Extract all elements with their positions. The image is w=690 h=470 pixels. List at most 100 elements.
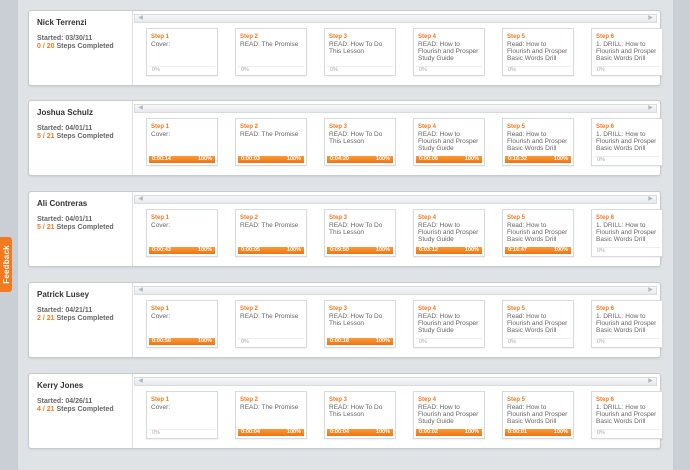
step-percent: 0% — [152, 430, 160, 436]
scroll-left-icon[interactable]: ◀ — [136, 378, 145, 385]
step-tile[interactable]: Step 1 Cover: 0:00:56 100% — [146, 300, 218, 348]
step-tile[interactable]: Step 2 READ: The Promise 0:00:05 100% — [235, 209, 307, 257]
step-progress-bar: 0% — [238, 338, 304, 345]
steps-completed: 4 / 21 Steps Completed — [37, 406, 132, 414]
step-percent: 100% — [375, 338, 390, 344]
step-tile[interactable]: Step 6 1. DRILL: How to Flourish and Pro… — [591, 28, 663, 76]
steps-scrollbar[interactable]: ◀ ▶ — [134, 104, 657, 113]
step-percent: 0% — [419, 339, 427, 345]
step-tile[interactable]: Step 5 Read: How to Flourish and Prosper… — [502, 391, 574, 439]
step-progress-bar: 0% — [594, 156, 660, 163]
step-tile[interactable]: Step 3 READ: How To Do This Lesson 0:09:… — [324, 209, 396, 257]
step-number: Step 2 — [240, 306, 259, 312]
scroll-left-icon[interactable]: ◀ — [136, 196, 145, 203]
step-progress-bar: 0:00:03 100% — [238, 156, 304, 163]
user-name: Nick Terrenzi — [37, 18, 87, 27]
step-tile[interactable]: Step 5 Read: How to Flourish and Prosper… — [502, 118, 574, 166]
step-tile[interactable]: Step 6 1. DRILL: How to Flourish and Pro… — [591, 391, 663, 439]
step-tile[interactable]: Step 5 Read: How to Flourish and Prosper… — [502, 209, 574, 257]
step-progress-bar: 0:00:43 100% — [149, 247, 215, 254]
step-tile[interactable]: Step 3 READ: How To Do This Lesson 0% — [324, 28, 396, 76]
user-card: Joshua Schulz Started: 04/01/11 5 / 21 S… — [28, 100, 663, 176]
step-tile[interactable]: Step 4 READ: How to Flourish and Prosper… — [413, 28, 485, 76]
step-number: Step 3 — [329, 215, 348, 221]
scroll-right-icon[interactable]: ▶ — [646, 287, 655, 294]
step-progress-bar: 0% — [416, 338, 482, 345]
steps-scrollbar[interactable]: ◀ ▶ — [134, 195, 657, 204]
steps-completed: 2 / 21 Steps Completed — [37, 315, 132, 323]
scroll-right-icon[interactable]: ▶ — [646, 378, 655, 385]
steps-completed: 5 / 21 Steps Completed — [37, 133, 132, 141]
step-tile[interactable]: Step 6 1. DRILL: How to Flourish and Pro… — [591, 209, 663, 257]
scroll-right-icon[interactable]: ▶ — [646, 196, 655, 203]
step-title: READ: How to Flourish and Prosper Study … — [418, 404, 479, 425]
start-date: Started: 03/30/11 — [37, 35, 93, 42]
step-time: 0:16:47 — [508, 247, 527, 253]
step-number: Step 4 — [418, 124, 437, 130]
user-card: Patrick Lusey Started: 04/21/11 2 / 21 S… — [28, 282, 663, 358]
step-time: 0:00:03 — [241, 156, 260, 162]
step-tile[interactable]: Step 3 READ: How To Do This Lesson 0:00:… — [324, 391, 396, 439]
step-tile[interactable]: Step 3 READ: How To Do This Lesson 0:04:… — [324, 118, 396, 166]
scroll-left-icon[interactable]: ◀ — [136, 15, 145, 22]
step-tile[interactable]: Step 5 Read: How to Flourish and Prosper… — [502, 28, 574, 76]
step-time: 0:00:04 — [330, 429, 349, 435]
step-title: READ: How To Do This Lesson — [329, 41, 383, 55]
step-number: Step 3 — [329, 306, 348, 312]
step-time: 0:00:05 — [241, 247, 260, 253]
step-progress-bar: 0% — [594, 247, 660, 254]
step-title: 1. DRILL: How to Flourish and Prosper Ba… — [596, 404, 657, 425]
start-date: Started: 04/21/11 — [37, 307, 93, 314]
step-tile[interactable]: Step 6 1. DRILL: How to Flourish and Pro… — [591, 118, 663, 166]
step-tile[interactable]: Step 5 Read: How to Flourish and Prosper… — [502, 300, 574, 348]
steps-total-count: 21 — [46, 133, 55, 140]
step-title: Read: How to Flourish and Prosper Basic … — [507, 41, 568, 62]
step-number: Step 6 — [596, 124, 615, 130]
steps-scrollbar[interactable]: ◀ ▶ — [134, 14, 657, 23]
step-percent: 100% — [464, 429, 479, 435]
start-date: Started: 04/01/11 — [37, 216, 93, 223]
step-number: Step 1 — [151, 124, 170, 130]
step-progress-bar: 0:00:05 100% — [238, 247, 304, 254]
step-tile[interactable]: Step 4 READ: How to Flourish and Prosper… — [413, 300, 485, 348]
step-tile[interactable]: Step 4 READ: How to Flourish and Prosper… — [413, 391, 485, 439]
start-date: Started: 04/01/11 — [37, 125, 93, 132]
step-tile[interactable]: Step 2 READ: The Promise 0:00:04 100% — [235, 391, 307, 439]
step-tile[interactable]: Step 2 READ: The Promise 0% — [235, 300, 307, 348]
step-tile[interactable]: Step 4 READ: How to Flourish and Prosper… — [413, 118, 485, 166]
step-title: Read: How to Flourish and Prosper Basic … — [507, 131, 568, 152]
step-time: 0:00:14 — [152, 156, 171, 162]
steps-scrollbar[interactable]: ◀ ▶ — [134, 286, 657, 295]
start-date: Started: 04/26/11 — [37, 398, 93, 405]
steps-scrollbar[interactable]: ◀ ▶ — [134, 377, 657, 386]
step-number: Step 1 — [151, 397, 170, 403]
step-title: Read: How to Flourish and Prosper Basic … — [507, 222, 568, 243]
step-progress-bar: 0:00:04 100% — [327, 429, 393, 436]
scroll-right-icon[interactable]: ▶ — [646, 105, 655, 112]
step-tile[interactable]: Step 4 READ: How to Flourish and Prosper… — [413, 209, 485, 257]
step-tile[interactable]: Step 2 READ: The Promise 0:00:03 100% — [235, 118, 307, 166]
step-tile[interactable]: Step 1 Cover: 0% — [146, 391, 218, 439]
user-info: Kerry Jones Started: 04/26/11 4 / 21 Ste… — [29, 374, 133, 448]
step-title: READ: How To Do This Lesson — [329, 131, 383, 145]
step-tile[interactable]: Step 3 READ: How To Do This Lesson 0:00:… — [324, 300, 396, 348]
step-tile[interactable]: Step 1 Cover: 0:00:14 100% — [146, 118, 218, 166]
step-tile[interactable]: Step 1 Cover: 0% — [146, 28, 218, 76]
step-tile[interactable]: Step 1 Cover: 0:00:43 100% — [146, 209, 218, 257]
step-tile[interactable]: Step 2 READ: The Promise 0% — [235, 28, 307, 76]
step-number: Step 4 — [418, 306, 437, 312]
feedback-tab[interactable]: Feedback — [0, 237, 12, 292]
steps-completed-label: Steps Completed — [56, 224, 114, 231]
step-title: READ: The Promise — [240, 404, 299, 411]
step-number: Step 3 — [329, 34, 348, 40]
scroll-left-icon[interactable]: ◀ — [136, 105, 145, 112]
scroll-left-icon[interactable]: ◀ — [136, 287, 145, 294]
step-progress-bar: 0:16:32 100% — [505, 156, 571, 163]
step-time: 0:00:06 — [419, 156, 438, 162]
step-progress-bar: 0:00:18 100% — [327, 338, 393, 345]
step-percent: 100% — [553, 156, 568, 162]
step-progress-bar: 0:00:01 100% — [505, 429, 571, 436]
step-progress-bar: 0% — [238, 66, 304, 73]
step-tile[interactable]: Step 6 1. DRILL: How to Flourish and Pro… — [591, 300, 663, 348]
scroll-right-icon[interactable]: ▶ — [646, 15, 655, 22]
